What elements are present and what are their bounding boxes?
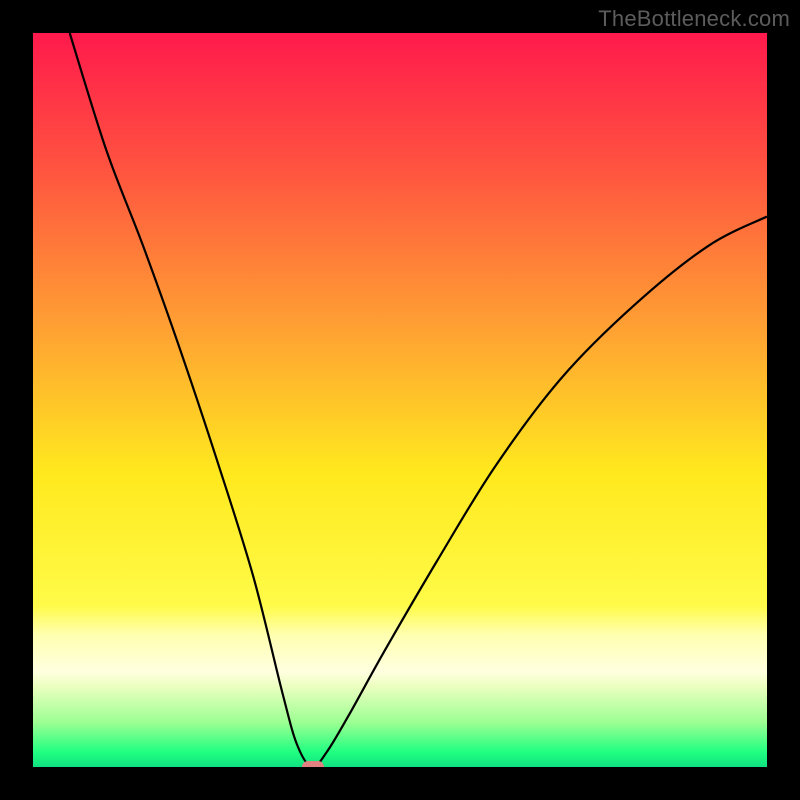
plot-area <box>33 33 767 767</box>
min-point-marker <box>302 761 324 767</box>
watermark-label: TheBottleneck.com <box>598 6 790 32</box>
chart-frame: TheBottleneck.com <box>0 0 800 800</box>
bottleneck-curve-path <box>70 33 767 767</box>
bottleneck-curve <box>33 33 767 767</box>
